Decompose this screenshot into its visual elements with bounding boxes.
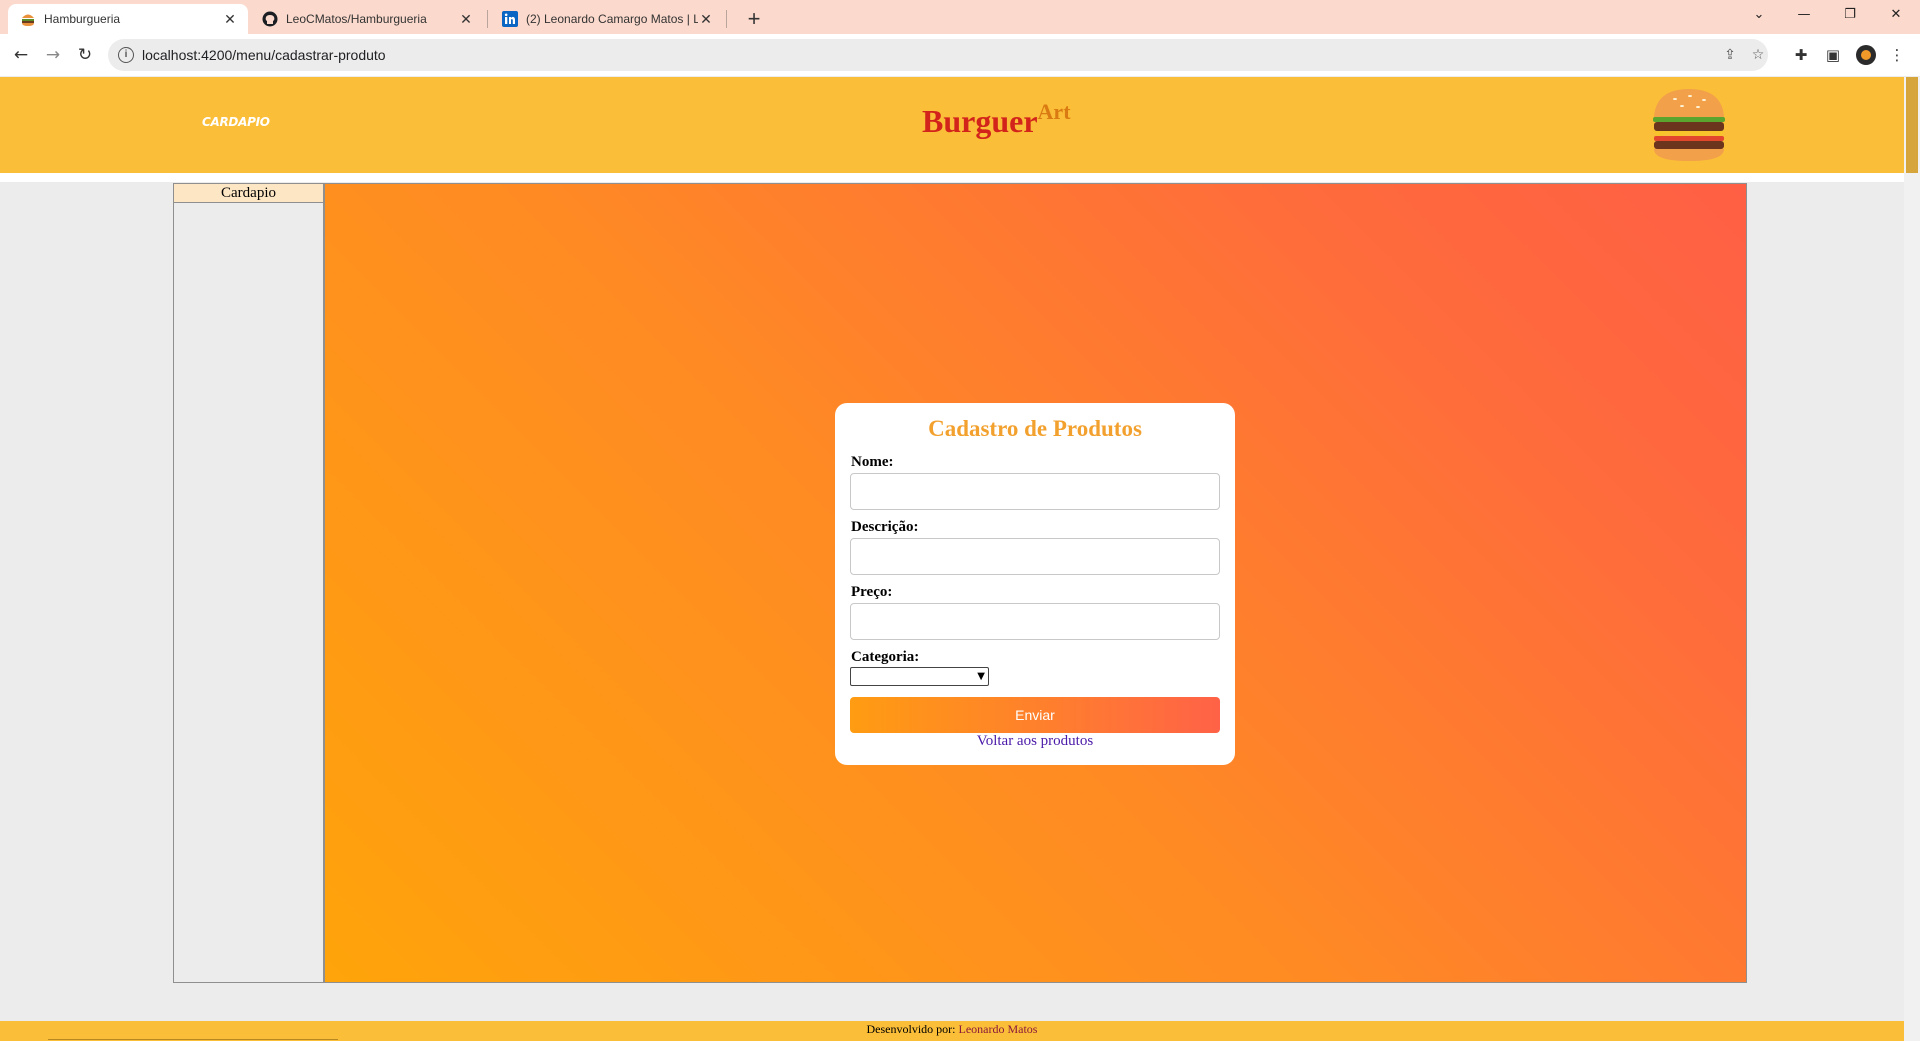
bookmark-star-icon[interactable]: ☆ bbox=[1748, 45, 1768, 65]
tab-close-icon[interactable]: ✕ bbox=[222, 11, 238, 28]
product-form-card: Cadastro de Produtos Nome: Descrição: Pr… bbox=[835, 403, 1235, 765]
brand-sup: Art bbox=[1037, 99, 1071, 124]
tab-close-icon[interactable]: ✕ bbox=[698, 11, 714, 28]
brand-logo[interactable]: BurguerArt bbox=[922, 99, 1071, 140]
tab-search-icon[interactable]: ⌄ bbox=[1737, 0, 1781, 30]
tab-separator bbox=[487, 10, 488, 28]
form-title: Cadastro de Produtos bbox=[928, 416, 1142, 441]
nav-cardapio-link[interactable]: CARDAPIO bbox=[202, 115, 270, 129]
scrollbar-thumb[interactable] bbox=[1906, 77, 1918, 173]
tab-title: Hamburgueria bbox=[44, 12, 121, 26]
tab-separator bbox=[726, 10, 727, 28]
new-tab-button[interactable]: + bbox=[740, 5, 768, 33]
preco-input[interactable] bbox=[850, 603, 1220, 640]
footer-prefix: Desenvolvido por: bbox=[866, 1022, 956, 1036]
restore-icon[interactable]: ❐ bbox=[1828, 0, 1872, 30]
back-icon[interactable]: ← bbox=[8, 42, 34, 68]
tab-close-icon[interactable]: ✕ bbox=[458, 11, 474, 28]
footer-author-link[interactable]: Leonardo Matos bbox=[959, 1022, 1038, 1036]
burger-icon bbox=[1650, 87, 1728, 163]
site-info-icon[interactable]: i bbox=[118, 47, 134, 63]
tab-title: (2) Leonardo Camargo Matos | Li bbox=[526, 12, 698, 26]
minimize-icon[interactable]: — bbox=[1782, 0, 1826, 30]
github-favicon-icon bbox=[262, 11, 278, 27]
back-to-products-link[interactable]: Voltar aos produtos bbox=[835, 733, 1235, 750]
categoria-label: Categoria: bbox=[851, 649, 920, 665]
preco-label: Preço: bbox=[851, 584, 893, 600]
nome-label: Nome: bbox=[851, 454, 894, 470]
share-icon[interactable]: ⇪ bbox=[1720, 45, 1740, 65]
site-header: CARDAPIO BurguerArt bbox=[0, 77, 1904, 173]
tab-title: LeoCMatos/Hamburgueria bbox=[286, 12, 427, 26]
profile-avatar[interactable] bbox=[1856, 45, 1876, 65]
reload-icon[interactable]: ↻ bbox=[72, 42, 98, 68]
side-panel-icon[interactable]: ▣ bbox=[1822, 44, 1844, 66]
descricao-input[interactable] bbox=[850, 538, 1220, 575]
menu-kebab-icon[interactable]: ⋮ bbox=[1886, 44, 1908, 66]
close-window-icon[interactable]: ✕ bbox=[1874, 0, 1918, 30]
site-footer: Desenvolvido por: Leonardo Matos bbox=[0, 1021, 1904, 1041]
categoria-select[interactable]: ▼ bbox=[850, 667, 989, 686]
header-divider bbox=[0, 173, 1904, 182]
submit-button[interactable]: Enviar bbox=[850, 697, 1220, 733]
nome-input[interactable] bbox=[850, 473, 1220, 510]
browser-tab-strip: Hamburgueria ✕ LeoCMatos/Hamburgueria ✕ … bbox=[0, 0, 1920, 34]
address-bar[interactable]: i localhost:4200/menu/cadastrar-produto … bbox=[108, 39, 1768, 71]
tab-github[interactable]: LeoCMatos/Hamburgueria ✕ bbox=[250, 4, 484, 34]
tab-linkedin[interactable]: (2) Leonardo Camargo Matos | Li ✕ bbox=[490, 4, 724, 34]
brand-main: Burguer bbox=[922, 103, 1038, 139]
forward-icon[interactable]: → bbox=[40, 42, 66, 68]
footer-divider bbox=[48, 1039, 338, 1040]
tab-hamburgueria[interactable]: Hamburgueria ✕ bbox=[8, 4, 248, 34]
chevron-down-icon: ▼ bbox=[977, 671, 985, 682]
address-url[interactable]: localhost:4200/menu/cadastrar-produto bbox=[142, 39, 386, 71]
footer-credit: Desenvolvido por: Leonardo Matos bbox=[0, 1021, 1904, 1036]
descricao-label: Descrição: bbox=[851, 519, 919, 535]
browser-toolbar: ← → ↻ i localhost:4200/menu/cadastrar-pr… bbox=[0, 34, 1920, 76]
sidebar-title[interactable]: Cardapio bbox=[174, 184, 323, 203]
extensions-icon[interactable]: ✚ bbox=[1790, 44, 1812, 66]
page-scrollbar[interactable] bbox=[1904, 77, 1920, 1041]
burger-favicon-icon bbox=[20, 11, 36, 27]
sidebar: Cardapio bbox=[173, 183, 324, 983]
linkedin-favicon-icon bbox=[502, 11, 518, 27]
